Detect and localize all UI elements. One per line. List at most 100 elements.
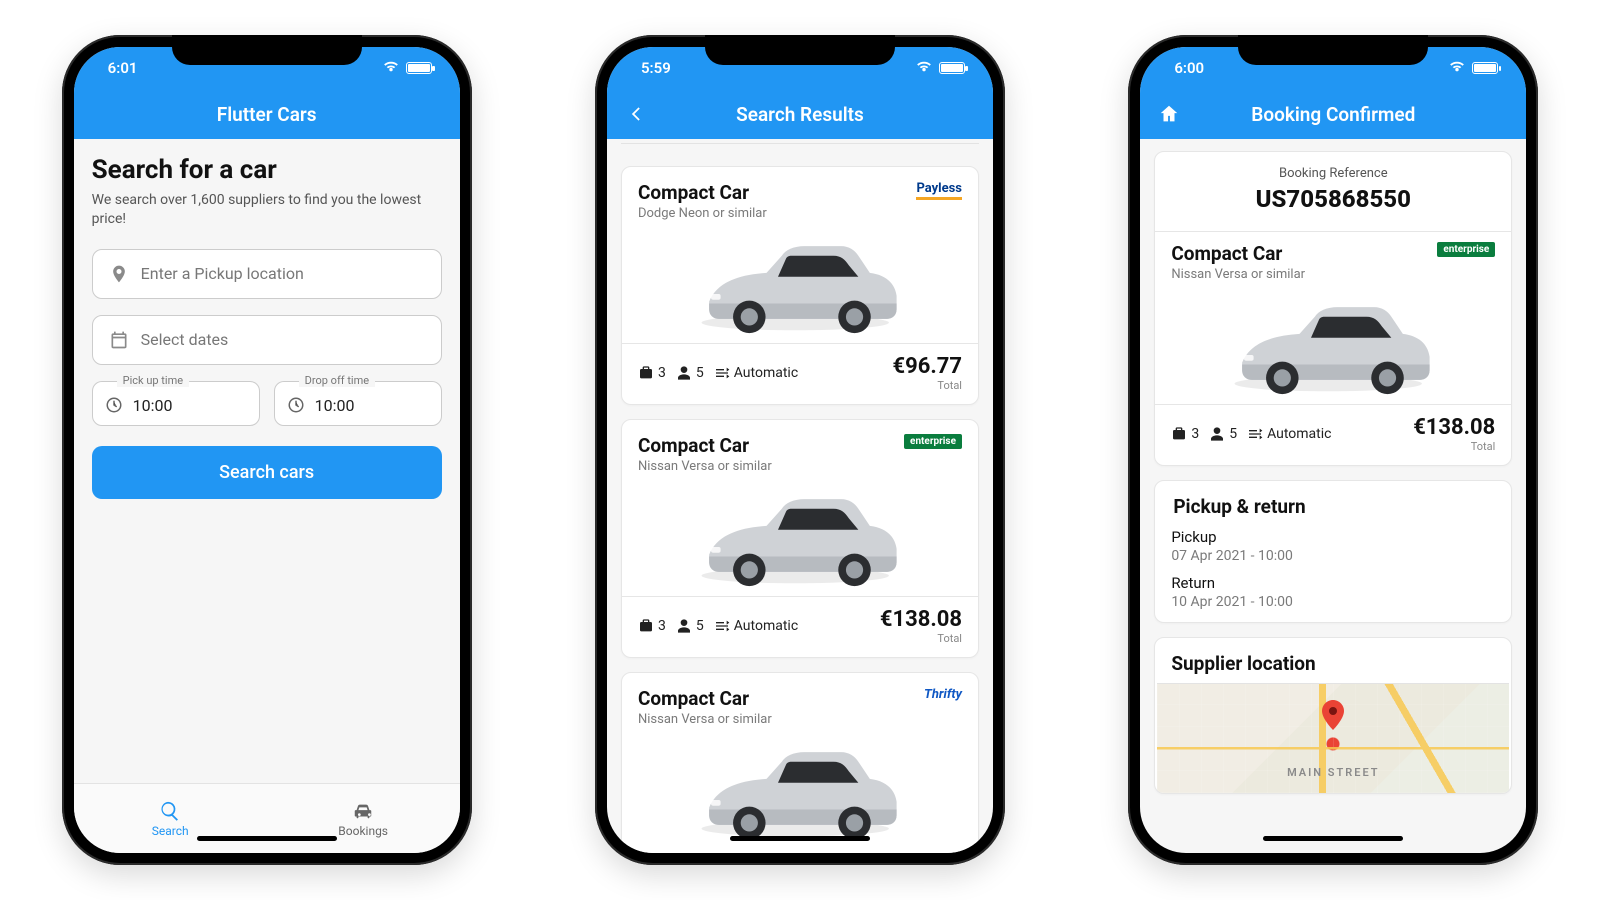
home-button[interactable] <box>1154 99 1184 129</box>
car-image <box>1223 288 1443 398</box>
car-image <box>690 227 910 337</box>
luggage-icon <box>638 618 654 634</box>
price-total-label: Total <box>880 632 962 645</box>
bags-value: 3 <box>658 618 666 634</box>
supplier-logo-enterprise: enterprise <box>904 434 962 449</box>
pickup-time-field[interactable]: Pick up time 10:00 <box>92 381 260 426</box>
header-divider <box>621 143 979 144</box>
dropoff-time-value: 10:00 <box>315 396 355 415</box>
status-time: 6:01 <box>108 59 138 77</box>
return-label: Return <box>1171 574 1495 592</box>
transmission-value: Automatic <box>734 618 798 634</box>
app-title: Booking Confirmed <box>1251 103 1415 126</box>
calendar-icon <box>109 330 129 350</box>
bags-value: 3 <box>658 365 666 381</box>
location-pin-icon <box>109 264 129 284</box>
car-image <box>690 733 910 843</box>
nav-tab-search[interactable]: Search <box>74 784 267 853</box>
person-icon <box>676 618 692 634</box>
phone-frame-results: 5:59 Search Results Compact Car Dodge Ne… <box>595 35 1005 865</box>
map-pin-icon <box>1322 700 1344 730</box>
car-features: 3 5 Automatic <box>638 618 798 634</box>
car-features: 3 5 Automatic <box>1171 426 1331 442</box>
search-content: Search for a car We search over 1,600 su… <box>74 139 460 783</box>
result-card[interactable]: Compact Car Nissan Versa or similar Thri… <box>621 672 979 853</box>
card-divider <box>622 343 978 344</box>
battery-icon <box>406 62 432 74</box>
dates-placeholder: Select dates <box>141 330 229 349</box>
seats-value: 5 <box>1229 426 1237 442</box>
result-card[interactable]: Compact Car Nissan Versa or similar ente… <box>621 419 979 658</box>
card-divider <box>622 596 978 597</box>
car-title: Compact Car <box>1171 242 1305 265</box>
dropoff-time-field[interactable]: Drop off time 10:00 <box>274 381 442 426</box>
nav-label-search: Search <box>152 824 189 838</box>
battery-icon <box>1472 62 1498 74</box>
return-value: 10 Apr 2021 - 10:00 <box>1171 594 1495 610</box>
booking-ref-label: Booking Reference <box>1171 166 1495 181</box>
pickup-time-label: Pick up time <box>117 374 189 387</box>
nav-tab-bookings[interactable]: Bookings <box>267 784 460 853</box>
map-view[interactable]: MAIN STREET <box>1157 683 1509 793</box>
home-icon <box>1158 103 1180 125</box>
clock-icon <box>105 396 123 414</box>
seats-value: 5 <box>696 618 704 634</box>
return-info: Return 10 Apr 2021 - 10:00 <box>1171 574 1495 610</box>
screen-search: 6:01 Flutter Cars Search for a car We se… <box>74 47 460 853</box>
card-divider <box>1155 231 1511 232</box>
status-indicators <box>915 59 965 77</box>
screen-results: 5:59 Search Results Compact Car Dodge Ne… <box>607 47 993 853</box>
supplier-location-title: Supplier location <box>1171 652 1495 675</box>
price-total-label: Total <box>1413 440 1495 453</box>
app-bar: Flutter Cars <box>74 89 460 139</box>
price-amount: €138.08 <box>880 607 962 632</box>
pickup-return-card: Pickup & return Pickup 07 Apr 2021 - 10:… <box>1154 480 1512 623</box>
supplier-logo-enterprise: enterprise <box>1437 242 1495 257</box>
supplier-logo-payless: Payless <box>916 181 962 200</box>
pickup-location-field[interactable]: Enter a Pickup location <box>92 249 442 299</box>
results-list[interactable]: Compact Car Dodge Neon or similar Payles… <box>607 154 993 853</box>
bottom-nav: Search Bookings <box>74 783 460 853</box>
card-divider <box>1155 404 1511 405</box>
transmission-value: Automatic <box>734 365 798 381</box>
status-time: 6:00 <box>1174 59 1204 77</box>
back-button[interactable] <box>621 99 651 129</box>
device-notch <box>172 35 362 65</box>
luggage-icon <box>638 365 654 381</box>
time-row: Pick up time 10:00 Drop off time 10:00 <box>92 381 442 426</box>
pickup-time-value: 10:00 <box>133 396 173 415</box>
transmission-value: Automatic <box>1267 426 1331 442</box>
pickup-placeholder: Enter a Pickup location <box>141 264 304 283</box>
transmission-icon <box>714 618 730 634</box>
booking-reference-card: Booking Reference US705868550 Compact Ca… <box>1154 151 1512 466</box>
booking-content[interactable]: Booking Reference US705868550 Compact Ca… <box>1140 139 1526 853</box>
pickup-value: 07 Apr 2021 - 10:00 <box>1171 548 1495 564</box>
car-subtitle: Nissan Versa or similar <box>638 459 772 474</box>
booking-ref-value: US705868550 <box>1171 185 1495 213</box>
transmission-icon <box>714 365 730 381</box>
dates-field[interactable]: Select dates <box>92 315 442 365</box>
bags-value: 3 <box>1191 426 1199 442</box>
price-amount: €138.08 <box>1413 415 1495 440</box>
dropoff-time-label: Drop off time <box>299 374 375 387</box>
pickup-return-title: Pickup & return <box>1173 495 1493 518</box>
search-heading: Search for a car <box>92 155 442 185</box>
map-area-label: MAIN STREET <box>1287 766 1380 779</box>
price: €138.08 Total <box>1413 415 1495 453</box>
status-time: 5:59 <box>641 59 671 77</box>
car-features: 3 5 Automatic <box>638 365 798 381</box>
supplier-location-card: Supplier location MAIN STREET <box>1154 637 1512 794</box>
car-subtitle: Nissan Versa or similar <box>1171 267 1305 282</box>
price-total-label: Total <box>892 379 962 392</box>
app-title: Flutter Cars <box>217 103 317 126</box>
search-cars-button[interactable]: Search cars <box>92 446 442 499</box>
car-title: Compact Car <box>638 687 772 710</box>
car-title: Compact Car <box>638 434 772 457</box>
seats-value: 5 <box>696 365 704 381</box>
app-bar: Search Results <box>607 89 993 139</box>
transmission-icon <box>1247 426 1263 442</box>
result-card[interactable]: Compact Car Dodge Neon or similar Payles… <box>621 166 979 405</box>
clock-icon <box>287 396 305 414</box>
pickup-label: Pickup <box>1171 528 1495 546</box>
price: €96.77 Total <box>892 354 962 392</box>
